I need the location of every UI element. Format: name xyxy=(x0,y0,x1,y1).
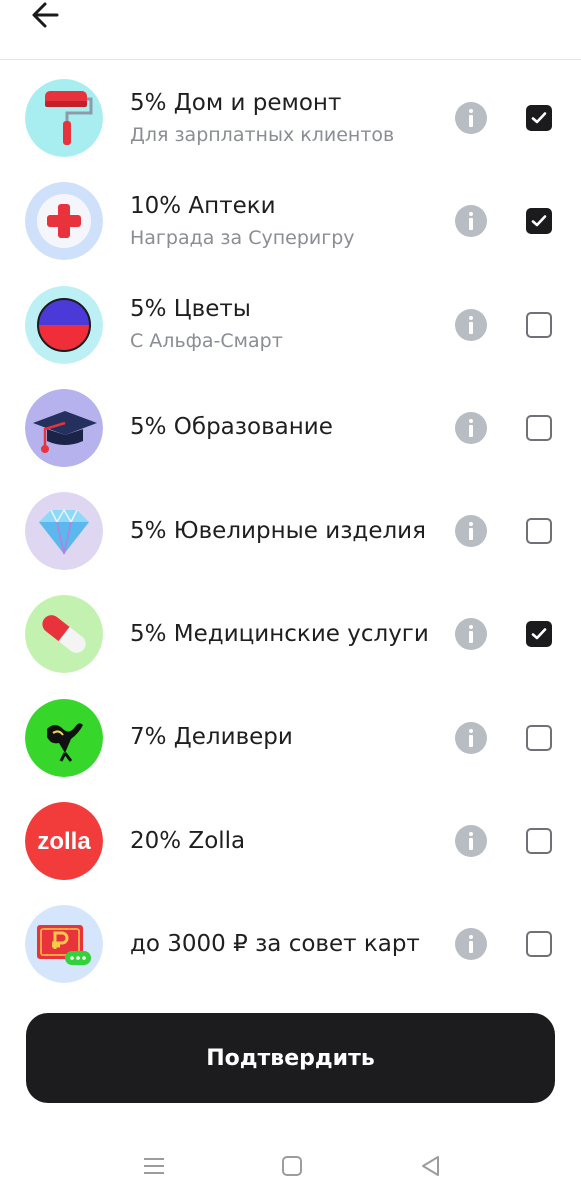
list-item[interactable]: 5% Медицинские услуги xyxy=(0,582,581,685)
top-bar xyxy=(0,0,581,60)
checkmark-icon xyxy=(531,215,547,227)
item-title: 5% Дом и ремонт xyxy=(130,89,342,116)
item-checkbox[interactable] xyxy=(526,208,552,235)
info-icon[interactable] xyxy=(455,721,487,754)
info-icon[interactable] xyxy=(455,928,487,961)
list-item[interactable]: 5% Дом и ремонт Для зарплатных клиентов xyxy=(0,66,581,169)
info-icon[interactable] xyxy=(455,205,487,238)
item-checkbox[interactable] xyxy=(526,518,552,545)
list-item[interactable]: 5% Ювелирные изделия xyxy=(0,479,581,582)
item-title: 5% Цветы xyxy=(130,296,251,323)
list-item[interactable]: 10% Аптеки Награда за Суперигру xyxy=(0,169,581,272)
item-title: до 3000 ₽ за совет карт xyxy=(130,930,420,957)
list-item[interactable]: до 3000 ₽ за совет карт xyxy=(0,892,581,995)
list-item[interactable]: zolla 20% Zolla xyxy=(0,789,581,892)
ostrich-icon xyxy=(25,698,103,777)
item-title: 7% Деливери xyxy=(130,724,293,751)
info-icon[interactable] xyxy=(455,411,487,444)
graduation-cap-icon xyxy=(25,388,103,467)
system-navigation-bar xyxy=(0,1135,581,1200)
item-title: 20% Zolla xyxy=(130,827,246,854)
item-checkbox[interactable] xyxy=(526,105,552,131)
triangle-back-icon[interactable] xyxy=(418,1153,444,1179)
category-list: 5% Дом и ремонт Для зарплатных клиентов … xyxy=(0,66,581,996)
list-item[interactable]: 7% Деливери xyxy=(0,686,581,789)
item-checkbox[interactable] xyxy=(526,931,552,958)
home-square-icon[interactable] xyxy=(279,1153,305,1179)
item-title: 10% Аптеки xyxy=(130,192,276,219)
item-checkbox[interactable] xyxy=(526,828,552,855)
item-title: 5% Образование xyxy=(130,414,333,441)
info-icon[interactable] xyxy=(455,825,487,858)
diamond-icon xyxy=(25,492,103,571)
item-subtitle: Для зарплатных клиентов xyxy=(130,123,395,146)
item-checkbox[interactable] xyxy=(526,311,552,338)
item-checkbox[interactable] xyxy=(526,414,552,441)
zolla-logo-text: zolla xyxy=(37,828,91,855)
menu-icon[interactable] xyxy=(141,1153,167,1179)
medical-cross-icon xyxy=(25,182,103,261)
ruble-card-icon xyxy=(25,905,103,984)
paint-roller-icon xyxy=(25,79,103,157)
checkmark-icon xyxy=(531,628,547,640)
list-item[interactable]: 5% Образование xyxy=(0,376,581,479)
zolla-logo-icon: zolla xyxy=(25,802,103,881)
info-icon[interactable] xyxy=(455,308,487,341)
info-icon[interactable] xyxy=(455,515,487,548)
flower-ball-icon xyxy=(25,285,103,364)
back-button[interactable] xyxy=(26,0,66,32)
arrow-left-icon xyxy=(32,2,59,28)
confirm-button[interactable]: Подтвердить xyxy=(26,1013,555,1103)
pill-icon xyxy=(25,595,103,674)
item-title: 5% Медицинские услуги xyxy=(130,620,429,647)
item-subtitle: С Альфа-Смарт xyxy=(130,330,283,353)
info-icon[interactable] xyxy=(455,618,487,651)
item-subtitle: Награда за Суперигру xyxy=(130,226,355,249)
info-icon[interactable] xyxy=(455,102,487,134)
item-checkbox[interactable] xyxy=(526,724,552,751)
item-title: 5% Ювелирные изделия xyxy=(130,517,426,544)
checkmark-icon xyxy=(531,112,547,124)
item-checkbox[interactable] xyxy=(526,621,552,648)
list-item[interactable]: 5% Цветы С Альфа-Смарт xyxy=(0,273,581,376)
